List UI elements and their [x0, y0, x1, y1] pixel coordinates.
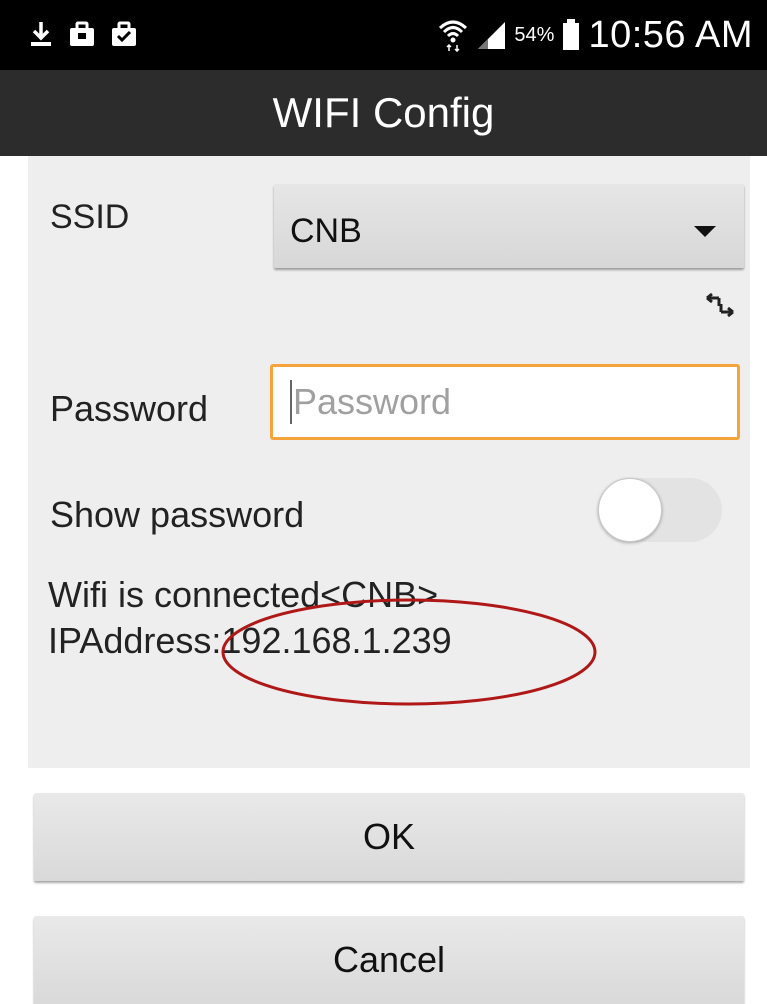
- dropdown-arrow-icon: [694, 226, 716, 237]
- battery-icon: [563, 19, 580, 50]
- ssid-dropdown[interactable]: CNB: [274, 184, 744, 268]
- notification-icons: [28, 20, 138, 48]
- signal-icon: [478, 22, 506, 49]
- toggle-knob: [598, 478, 662, 542]
- password-input[interactable]: [270, 364, 740, 440]
- show-password-toggle[interactable]: [598, 478, 722, 542]
- status-bar: 54% 10:56 AM: [0, 0, 767, 70]
- page-title: WIFI Config: [272, 89, 495, 136]
- password-label: Password: [50, 388, 209, 429]
- briefcase-check-icon: [112, 21, 136, 46]
- battery-percent: 54%: [514, 23, 555, 46]
- ssid-label: SSID: [50, 198, 130, 236]
- annotation-ellipse: [221, 598, 597, 706]
- briefcase-icon: [70, 21, 94, 46]
- title-bar: WIFI Config: [0, 70, 767, 156]
- wifi-config-form: SSID CNB Password Show password Wifi is …: [28, 156, 750, 768]
- text-caret: [290, 380, 292, 424]
- show-password-label: Show password: [50, 494, 305, 535]
- clock: 10:56 AM: [588, 13, 753, 56]
- ssid-selected-value: CNB: [290, 212, 362, 250]
- ok-button[interactable]: OK: [34, 793, 744, 881]
- cancel-button[interactable]: Cancel: [34, 916, 744, 1004]
- download-icon: [31, 22, 51, 46]
- wifi-icon: [439, 20, 468, 52]
- refresh-icon[interactable]: [703, 292, 737, 318]
- system-icons: 54% 10:56 AM: [438, 12, 753, 58]
